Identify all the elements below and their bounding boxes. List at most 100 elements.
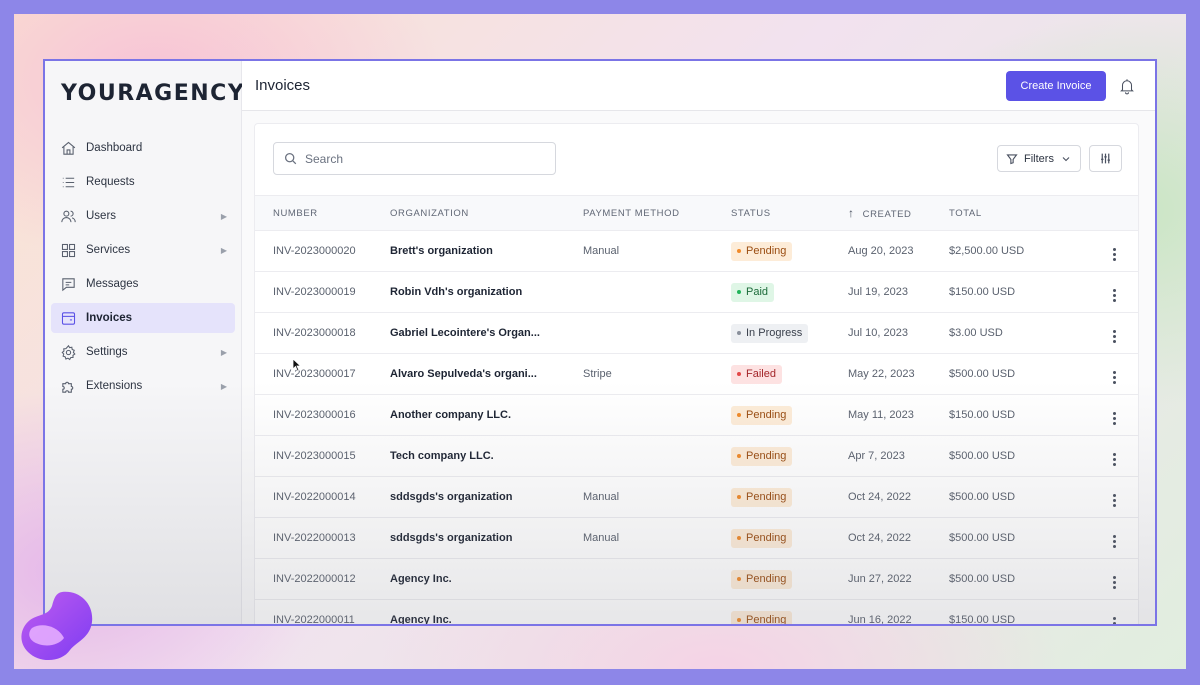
invoice-number[interactable]: INV-2023000016 bbox=[255, 394, 390, 436]
status-dot-icon bbox=[737, 413, 741, 417]
invoice-total: $150.00 USD bbox=[949, 394, 1089, 436]
more-options-icon[interactable] bbox=[1113, 575, 1116, 589]
notification-bell-icon[interactable] bbox=[1118, 77, 1136, 95]
invoice-number[interactable]: INV-2022000012 bbox=[255, 558, 390, 600]
sidebar-item-label: Messages bbox=[86, 278, 139, 290]
status-cell: Pending bbox=[731, 558, 848, 600]
search-box[interactable] bbox=[273, 142, 556, 175]
more-options-icon[interactable] bbox=[1113, 329, 1116, 343]
status-dot-icon bbox=[737, 372, 741, 376]
invoice-number[interactable]: INV-2023000018 bbox=[255, 312, 390, 354]
chevron-down-icon bbox=[1062, 156, 1070, 161]
invoice-number[interactable]: INV-2023000015 bbox=[255, 435, 390, 477]
status-badge: Pending bbox=[731, 241, 793, 261]
created-date: May 11, 2023 bbox=[848, 394, 949, 436]
table-row[interactable]: INV-2023000015 Tech company LLC. Pending Ap… bbox=[255, 435, 1138, 477]
more-options-icon[interactable] bbox=[1113, 493, 1116, 507]
invoice-number[interactable]: INV-2022000013 bbox=[255, 517, 390, 559]
sidebar-item-dashboard[interactable]: Dashboard bbox=[51, 133, 235, 163]
column-header-payment-method[interactable]: PAYMENT METHOD bbox=[583, 195, 731, 231]
payment-method bbox=[583, 599, 731, 624]
table-row[interactable]: INV-2023000016 Another company LLC. Pendin… bbox=[255, 394, 1138, 436]
column-header-number[interactable]: NUMBER bbox=[255, 195, 390, 231]
table-row[interactable]: INV-2022000013 sddsgds's organization Manu… bbox=[255, 517, 1138, 559]
status-badge: Failed bbox=[731, 364, 782, 384]
more-options-icon[interactable] bbox=[1113, 247, 1116, 261]
status-badge: In Progress bbox=[731, 323, 809, 343]
sidebar-nav: Dashboard Requests Users ▶ Services ▶ Messages… bbox=[51, 133, 235, 405]
sidebar-item-users[interactable]: Users ▶ bbox=[51, 201, 235, 231]
sidebar-item-label: Services bbox=[86, 244, 131, 256]
sidebar-item-requests[interactable]: Requests bbox=[51, 167, 235, 197]
grid-icon bbox=[59, 241, 77, 259]
home-icon bbox=[59, 139, 77, 157]
column-header-organization[interactable]: ORGANIZATION bbox=[390, 195, 583, 231]
table-row[interactable]: INV-2022000012 Agency Inc. Pending Jun 27, … bbox=[255, 558, 1138, 600]
status-label: Pending bbox=[746, 491, 787, 503]
sidebar-item-settings[interactable]: Settings ▶ bbox=[51, 337, 235, 367]
table-row[interactable]: INV-2022000011 Agency Inc. Pending Jun 16, … bbox=[255, 599, 1138, 624]
column-header-created-label: CREATED bbox=[862, 209, 912, 220]
table-row[interactable]: INV-2022000014 sddsgds's organization Manu… bbox=[255, 476, 1138, 518]
message-icon bbox=[59, 275, 77, 293]
invoice-total: $500.00 USD bbox=[949, 353, 1089, 395]
status-badge: Pending bbox=[731, 610, 793, 624]
organization-name: Alvaro Sepulveda's organi... bbox=[390, 353, 583, 395]
invoice-number[interactable]: INV-2023000020 bbox=[255, 230, 390, 272]
status-badge: Paid bbox=[731, 282, 775, 302]
created-date: Aug 20, 2023 bbox=[848, 230, 949, 272]
status-cell: Pending bbox=[731, 599, 848, 624]
column-header-total[interactable]: TOTAL bbox=[949, 195, 1089, 231]
gear-icon bbox=[59, 343, 77, 361]
invoice-total: $500.00 USD bbox=[949, 517, 1089, 559]
sidebar-item-label: Extensions bbox=[86, 380, 143, 392]
more-options-icon[interactable] bbox=[1113, 616, 1116, 624]
payment-method bbox=[583, 435, 731, 477]
status-cell: Failed bbox=[731, 353, 848, 395]
invoice-number[interactable]: INV-2023000017 bbox=[255, 353, 390, 395]
invoice-total: $3.00 USD bbox=[949, 312, 1089, 354]
topbar: Invoices Create Invoice bbox=[242, 61, 1155, 111]
search-input[interactable] bbox=[305, 151, 535, 166]
status-label: Failed bbox=[746, 368, 776, 380]
created-date: Apr 7, 2023 bbox=[848, 435, 949, 477]
invoice-number[interactable]: INV-2023000019 bbox=[255, 271, 390, 313]
sidebar-item-extensions[interactable]: Extensions ▶ bbox=[51, 371, 235, 401]
status-label: Pending bbox=[746, 573, 787, 585]
create-invoice-button[interactable]: Create Invoice bbox=[1006, 71, 1106, 101]
table-row[interactable]: INV-2023000020 Brett's organization Manual… bbox=[255, 230, 1138, 272]
payment-method bbox=[583, 312, 731, 354]
organization-name: Brett's organization bbox=[390, 230, 583, 272]
more-options-icon[interactable] bbox=[1113, 288, 1116, 302]
sidebar-item-invoices[interactable]: Invoices bbox=[51, 303, 235, 333]
table-row[interactable]: INV-2023000018 Gabriel Lecointere's Organ… bbox=[255, 312, 1138, 354]
more-options-icon[interactable] bbox=[1113, 411, 1116, 425]
column-header-status[interactable]: STATUS bbox=[731, 195, 848, 231]
sort-ascending-icon: ↑ bbox=[848, 206, 855, 220]
status-label: In Progress bbox=[746, 327, 803, 339]
table-row[interactable]: INV-2023000017 Alvaro Sepulveda's organi.… bbox=[255, 353, 1138, 395]
sidebar-item-label: Dashboard bbox=[86, 142, 143, 154]
more-options-icon[interactable] bbox=[1113, 534, 1116, 548]
column-settings-button[interactable] bbox=[1089, 145, 1122, 172]
main-content: Invoices Create Invoice Filters bbox=[242, 61, 1155, 624]
more-options-icon[interactable] bbox=[1113, 370, 1116, 384]
sidebar-item-services[interactable]: Services ▶ bbox=[51, 235, 235, 265]
invoice-number[interactable]: INV-2022000014 bbox=[255, 476, 390, 518]
status-badge: Pending bbox=[731, 405, 793, 425]
column-header-created[interactable]: ↑ CREATED bbox=[848, 195, 949, 231]
puzzle-icon bbox=[59, 377, 77, 395]
users-icon bbox=[59, 207, 77, 225]
table-row[interactable]: INV-2023000019 Robin Vdh's organization Pa… bbox=[255, 271, 1138, 313]
status-cell: Pending bbox=[731, 230, 848, 272]
status-dot-icon bbox=[737, 618, 741, 622]
app-window: YOURAGENCY Dashboard Requests Users ▶ Servic… bbox=[43, 59, 1157, 626]
status-badge: Pending bbox=[731, 446, 793, 466]
invoice-number[interactable]: INV-2022000011 bbox=[255, 599, 390, 624]
more-options-icon[interactable] bbox=[1113, 452, 1116, 466]
sidebar-item-messages[interactable]: Messages bbox=[51, 269, 235, 299]
row-actions-cell bbox=[1089, 394, 1138, 436]
status-dot-icon bbox=[737, 536, 741, 540]
created-date: May 22, 2023 bbox=[848, 353, 949, 395]
filters-button[interactable]: Filters bbox=[997, 145, 1081, 172]
